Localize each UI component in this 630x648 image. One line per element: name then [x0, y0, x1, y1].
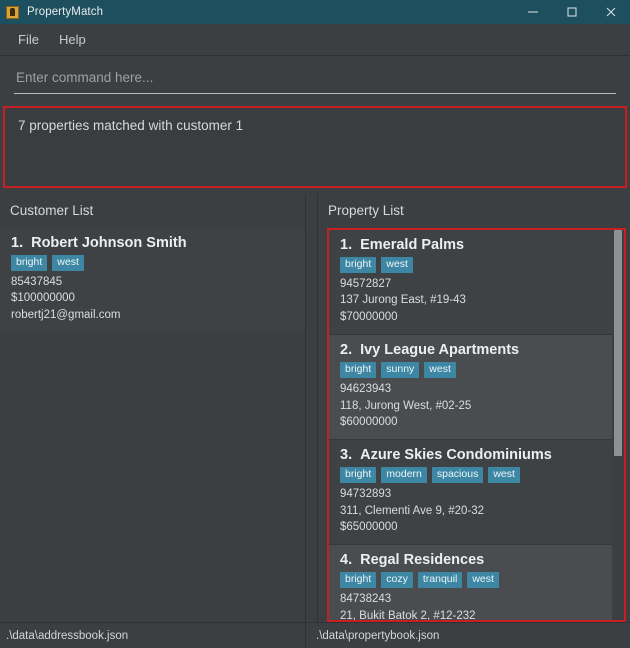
tag-badge: west [424, 362, 456, 379]
app-icon [6, 5, 19, 19]
list-item[interactable]: 3. Azure Skies Condominiums bright modern sp… [329, 439, 612, 545]
list-item-name: Ivy League Apartments [360, 342, 520, 359]
list-item-index: 4. [340, 552, 353, 569]
list-item-phone: 85437845 [11, 276, 63, 289]
maximize-icon[interactable] [552, 0, 591, 24]
customer-list-inner[interactable]: 1. Robert Johnson Smith bright west 85437845… [0, 228, 305, 622]
list-item-title-row: 3. Azure Skies Condominiums [340, 447, 601, 463]
customer-panel: Customer List 1. Robert Johnson Smith brig… [0, 194, 305, 622]
list-item-title-row: 2. Ivy League Apartments [340, 342, 601, 358]
tag-row: bright west [11, 255, 294, 272]
tag-row: bright sunny west [340, 362, 601, 379]
tag-badge: bright [11, 255, 48, 272]
list-item-phone: 94732893 [340, 488, 392, 501]
list-item-price: $70000000 [340, 310, 398, 323]
property-list-heading: Property List [328, 203, 404, 218]
tag-badge: tranquil [417, 572, 463, 589]
property-list-scrollbar[interactable] [612, 230, 624, 620]
list-item[interactable]: 1. Robert Johnson Smith bright west 85437845… [0, 228, 305, 333]
tag-badge: modern [381, 467, 427, 484]
property-list-inner[interactable]: 1. Emerald Palms bright west 94572827 137 Jur… [329, 230, 624, 620]
window-title: PropertyMatch [27, 6, 104, 18]
list-item-price: $65000000 [340, 521, 398, 533]
menu-item-file[interactable]: File [8, 29, 49, 50]
list-item-price: $60000000 [340, 415, 398, 428]
list-item[interactable]: 4. Regal Residences bright cozy tranquil west… [329, 544, 612, 620]
result-message: 7 properties matched with customer 1 [18, 118, 244, 133]
command-bar [0, 56, 630, 102]
list-item-name: Emerald Palms [360, 237, 465, 253]
property-list-area: 1. Emerald Palms bright west 94572827 137 Jur… [327, 228, 626, 622]
customer-list: 1. Robert Johnson Smith bright west 85437845… [0, 228, 305, 333]
main-split: Customer List 1. Robert Johnson Smith brig… [0, 194, 630, 622]
tag-badge: west [488, 467, 520, 484]
list-item-title-row: 1. Emerald Palms [340, 237, 601, 253]
list-item[interactable]: 2. Ivy League Apartments bright sunny west 94… [329, 334, 612, 440]
tag-row: bright west [340, 257, 601, 274]
close-icon[interactable] [591, 0, 630, 24]
tag-badge: west [467, 572, 499, 589]
status-bar: .\data\addressbook.json .\data\propertyb… [0, 622, 630, 648]
minimize-icon[interactable] [513, 0, 552, 24]
property-file-path: .\data\propertybook.json [305, 623, 630, 648]
tag-badge: bright [340, 362, 377, 379]
command-input[interactable] [14, 66, 616, 94]
tag-badge: spacious [431, 467, 484, 484]
customer-file-path: .\data\addressbook.json [6, 629, 129, 642]
property-list: 1. Emerald Palms bright west 94572827 137 Jur… [329, 230, 612, 620]
tag-badge: sunny [381, 362, 420, 379]
list-item-phone: 94623943 [340, 383, 392, 396]
list-item-address: 21, Bukit Batok 2, #12-232 [340, 609, 476, 620]
list-item-index: 2. [340, 342, 353, 359]
list-item-index: 3. [340, 447, 353, 464]
tag-row: bright cozy tranquil west [340, 572, 601, 589]
tag-row: bright modern spacious west [340, 467, 601, 484]
tag-badge: west [381, 257, 413, 274]
list-item-budget: $100000000 [11, 292, 75, 305]
list-item-email: robertj21@gmail.com [11, 308, 121, 321]
tag-badge: bright [340, 572, 377, 589]
list-item[interactable]: 1. Emerald Palms bright west 94572827 137 Jur… [329, 230, 612, 335]
property-list-scrollbar-thumb[interactable] [614, 230, 622, 457]
customer-list-heading: Customer List [10, 203, 94, 218]
tag-badge: west [52, 255, 84, 272]
list-item-index: 1. [340, 237, 353, 253]
list-item-phone: 84738243 [340, 593, 392, 606]
list-item-index: 1. [11, 235, 24, 251]
customer-list-area: 1. Robert Johnson Smith bright west 85437845… [0, 228, 305, 622]
result-area: 7 properties matched with customer 1 [0, 102, 630, 194]
result-box: 7 properties matched with customer 1 [3, 106, 627, 188]
tag-badge: cozy [381, 572, 413, 589]
list-item-address: 118, Jurong West, #02-25 [340, 399, 472, 412]
property-panel: Property List 1. Emerald Palms bright west 9… [318, 194, 630, 622]
list-item-address: 311, Clementi Ave 9, #20-32 [340, 504, 485, 517]
panel-splitter[interactable] [305, 194, 318, 622]
menu-item-help[interactable]: Help [49, 29, 96, 50]
list-item-title-row: 4. Regal Residences [340, 552, 601, 568]
list-item-name: Azure Skies Condominiums [360, 447, 552, 464]
list-item-title-row: 1. Robert Johnson Smith [11, 235, 294, 251]
app-window: PropertyMatch File Help 7 properties mat… [0, 0, 630, 648]
tag-badge: bright [340, 257, 377, 274]
list-item-name: Robert Johnson Smith [31, 235, 187, 251]
list-item-address: 137 Jurong East, #19-43 [340, 294, 466, 307]
tag-badge: bright [340, 467, 377, 484]
window-controls [513, 0, 630, 24]
list-item-name: Regal Residences [360, 552, 485, 569]
title-bar: PropertyMatch [0, 0, 630, 24]
list-item-phone: 94572827 [340, 278, 392, 291]
menu-bar: File Help [0, 24, 630, 56]
